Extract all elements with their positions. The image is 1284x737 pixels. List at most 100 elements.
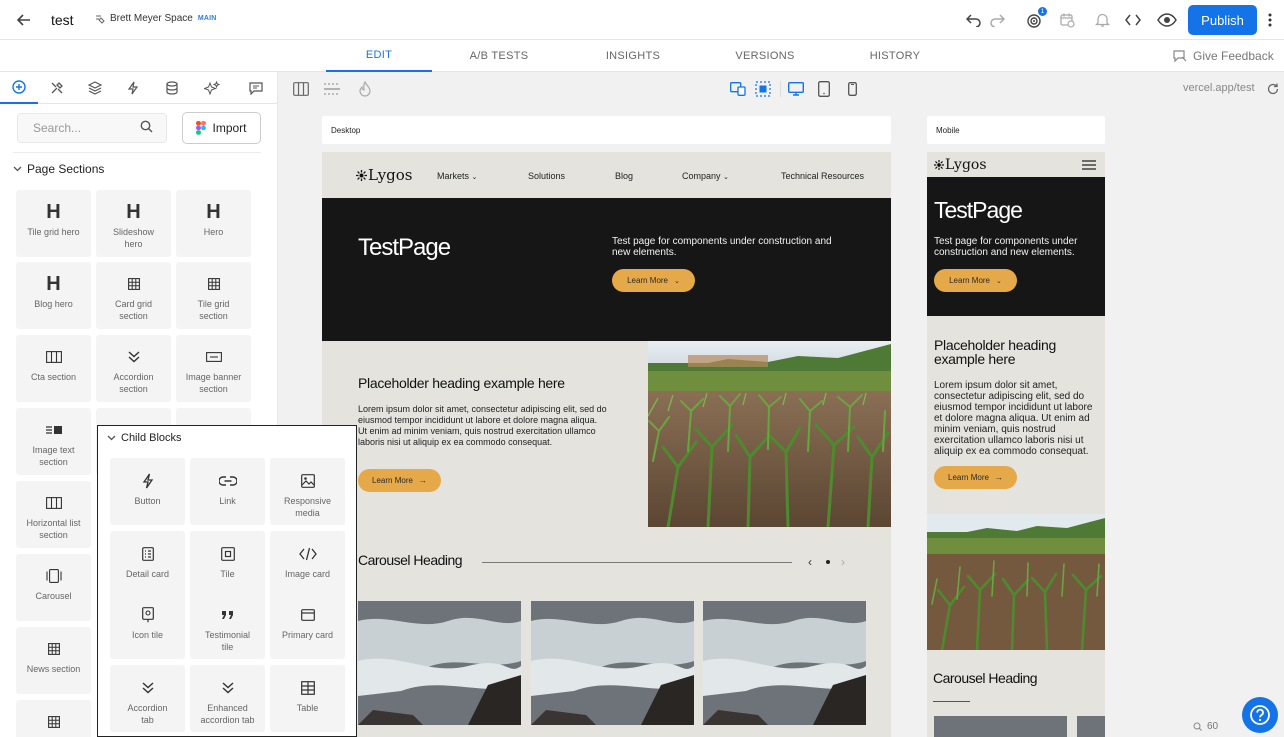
block-link[interactable]: Link	[190, 458, 265, 525]
mobile-site-logo[interactable]: Lygos	[934, 157, 987, 173]
tab-versions[interactable]: VERSIONS	[712, 40, 818, 72]
section-accordion[interactable]: Accordion section	[96, 335, 171, 402]
tile-label: Testimonial tile	[204, 630, 251, 652]
mobile-hero-cta-button[interactable]: Learn More ⌄	[934, 269, 1017, 292]
block-button[interactable]: Button	[110, 458, 185, 525]
block-detail-card[interactable]: Detail card	[110, 531, 185, 598]
code-icon[interactable]	[1123, 10, 1143, 30]
desktop-preview[interactable]: Lygos Markets ⌄ Solutions Blog Company ⌄…	[322, 152, 891, 737]
mobile-section-cta-button[interactable]: Learn More →	[934, 466, 1017, 489]
nav-solutions[interactable]: Solutions	[528, 171, 565, 181]
site-logo[interactable]: Lygos	[356, 166, 413, 184]
carousel-dot-active[interactable]	[826, 560, 830, 564]
comments-tab[interactable]	[237, 72, 275, 104]
section-more[interactable]	[16, 700, 91, 737]
section-tile-grid-hero[interactable]: H Tile grid hero	[16, 190, 91, 257]
mobile-preview[interactable]: Lygos TestPage Test page for components …	[927, 152, 1105, 737]
toolbar-divider	[780, 81, 781, 97]
more-vertical-icon[interactable]	[1264, 10, 1276, 30]
block-image-card[interactable]: Image card	[270, 531, 345, 598]
select-frame-icon[interactable]	[754, 80, 772, 98]
carousel-prev-icon[interactable]: ‹	[808, 555, 812, 569]
section-cta[interactable]: Cta section	[16, 335, 91, 402]
preview-eye-icon[interactable]	[1156, 10, 1178, 30]
bell-icon[interactable]	[1092, 10, 1112, 30]
tab-history[interactable]: HISTORY	[842, 40, 948, 72]
mobile-icon[interactable]	[843, 80, 861, 98]
section-news[interactable]: News section	[16, 627, 91, 694]
tile-label: Carousel	[35, 591, 72, 601]
section-hero[interactable]: H Hero	[176, 190, 251, 257]
hamburger-menu-icon[interactable]	[1082, 160, 1096, 170]
block-icon-tile[interactable]: Icon tile	[110, 592, 185, 659]
section-image-banner[interactable]: Image banner section	[176, 335, 251, 402]
tile-label: Hero	[203, 227, 224, 237]
space-selector[interactable]: Brett Meyer Space MAIN	[95, 13, 217, 24]
flame-icon[interactable]	[356, 80, 374, 98]
redo-icon[interactable]	[987, 10, 1007, 30]
responsive-view-icon[interactable]	[729, 80, 747, 98]
hero-cta-button[interactable]: Learn More ⌄	[612, 269, 695, 292]
give-feedback-link[interactable]: Give Feedback	[1172, 48, 1274, 64]
block-primary-card[interactable]: Primary card	[270, 592, 345, 659]
tools-tab[interactable]	[38, 72, 76, 104]
columns-view-icon[interactable]	[292, 80, 310, 98]
section-cta-button[interactable]: Learn More →	[358, 469, 441, 492]
chevrons-down-icon	[141, 679, 155, 697]
block-enhanced-accordion-tab[interactable]: Enhanced accordion tab	[190, 665, 265, 732]
back-arrow-icon[interactable]	[14, 10, 34, 30]
carousel-image-3	[703, 601, 866, 725]
section-tile-grid[interactable]: Tile grid section	[176, 262, 251, 329]
section-image-text[interactable]: Image text section	[16, 408, 91, 475]
publish-button[interactable]: Publish	[1188, 5, 1257, 35]
tab-insights[interactable]: INSIGHTS	[580, 40, 686, 72]
add-block-tab[interactable]	[0, 72, 38, 104]
section-horizontal-list[interactable]: Horizontal list section	[16, 481, 91, 548]
child-blocks-header[interactable]: Child Blocks	[107, 432, 182, 444]
nav-technical-resources[interactable]: Technical Resources	[781, 171, 864, 181]
tab-ab-tests[interactable]: A/B TESTS	[446, 40, 552, 72]
import-button[interactable]: Import	[182, 112, 261, 144]
section-carousel[interactable]: Carousel	[16, 554, 91, 621]
help-button[interactable]	[1242, 697, 1278, 733]
zoom-indicator[interactable]: 60	[1193, 721, 1218, 732]
mobile-section-heading: Placeholder heading example here	[934, 337, 1056, 367]
page-title[interactable]: test	[51, 12, 74, 28]
tablet-icon[interactable]	[815, 80, 833, 98]
block-accordion-tab[interactable]: Accordion tab	[110, 665, 185, 732]
layers-tab[interactable]	[76, 72, 114, 104]
feedback-icon	[1173, 50, 1187, 63]
nav-markets[interactable]: Markets ⌄	[437, 171, 477, 181]
nav-blog[interactable]: Blog	[615, 171, 633, 181]
data-tab[interactable]	[153, 72, 191, 104]
block-responsive-media[interactable]: Responsive media	[270, 458, 345, 525]
heading-icon: H	[46, 200, 61, 223]
spacing-icon[interactable]	[323, 80, 341, 98]
carousel-heading: Carousel Heading	[358, 552, 463, 568]
carousel-next-icon[interactable]: ›	[841, 555, 845, 569]
block-tile[interactable]: Tile	[190, 531, 265, 598]
tab-edit[interactable]: EDIT	[326, 40, 432, 72]
refresh-icon[interactable]	[1266, 82, 1280, 96]
ai-tab[interactable]	[193, 72, 231, 104]
tile-label: Tile grid hero	[27, 227, 80, 237]
block-table[interactable]: Table	[270, 665, 345, 732]
tile-label: Icon tile	[131, 630, 164, 640]
section-slideshow-hero[interactable]: H Slideshow hero	[96, 190, 171, 257]
grid-icon	[127, 275, 140, 293]
section-blog-hero[interactable]: H Blog hero	[16, 262, 91, 329]
schedule-icon[interactable]	[1057, 10, 1077, 30]
block-testimonial-tile[interactable]: Testimonial tile	[190, 592, 265, 659]
undo-icon[interactable]	[964, 10, 984, 30]
branch-badge: MAIN	[197, 15, 217, 22]
tile-label: Detail card	[125, 569, 170, 579]
tile-label: Button	[134, 496, 161, 506]
desktop-icon[interactable]	[787, 80, 805, 98]
section-card-grid[interactable]: Card grid section	[96, 262, 171, 329]
page-sections-header[interactable]: Page Sections	[13, 162, 104, 176]
nav-company[interactable]: Company ⌄	[682, 171, 729, 181]
actions-tab[interactable]	[114, 72, 152, 104]
divider	[13, 152, 261, 153]
preview-url[interactable]: vercel.app/test	[1183, 82, 1255, 94]
tile-label: Tile grid section	[197, 299, 230, 321]
